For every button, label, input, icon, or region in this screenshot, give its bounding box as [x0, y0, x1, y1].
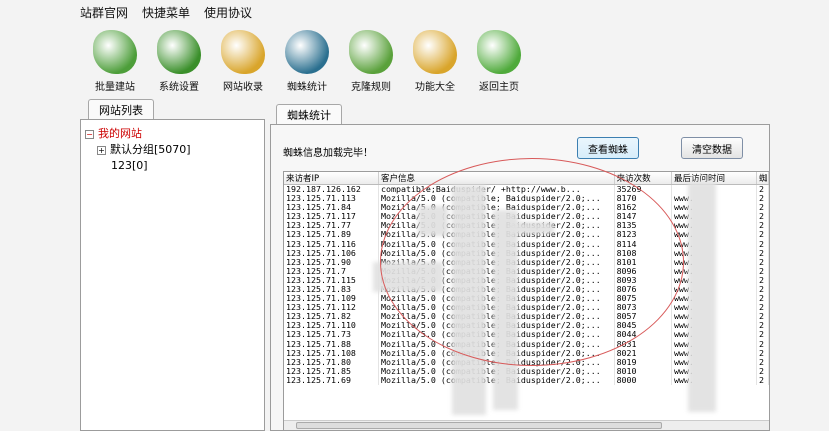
table-cell: 2 [756, 257, 769, 267]
table-cell: 2 [756, 294, 769, 304]
table-cell: 123.125.71.85 [284, 366, 379, 376]
menu-quick[interactable]: 快捷菜单 [142, 4, 190, 24]
table-cell: 2 [756, 348, 769, 358]
toolbar-button-1[interactable]: 系统设置 [150, 24, 208, 94]
table-cell: 8010 [614, 366, 672, 376]
site-tree: − 我的网站 + 默认分组[5070] 123[0] [85, 126, 191, 174]
clear-data-button[interactable]: 清空数据 [681, 137, 743, 159]
table-cell: 123.125.71.110 [284, 321, 379, 331]
table-cell: 2 [756, 194, 769, 204]
toolbar-button-3[interactable]: 蜘蛛统计 [278, 24, 336, 94]
tree-item-label: 默认分组[5070] [110, 143, 191, 156]
table-cell: 123.125.71.108 [284, 348, 379, 358]
toolbar-label: 网站收录 [223, 82, 263, 93]
site-list-panel: 网站列表 − 我的网站 + 默认分组[5070] 123[0] [80, 97, 265, 431]
view-spider-button[interactable]: 查看蜘蛛 [577, 137, 639, 159]
folder-globe-icon [413, 30, 457, 74]
table-cell: 123.125.71.73 [284, 330, 379, 340]
tree-item-label: 123[0] [111, 159, 148, 172]
table-cell: 8021 [614, 348, 672, 358]
column-header[interactable]: 来访者IP [284, 172, 379, 185]
horizontal-scrollbar[interactable] [284, 420, 769, 430]
toolbar-label: 功能大全 [415, 82, 455, 93]
table-cell: 123.125.71.115 [284, 275, 379, 285]
highlight-circle [380, 158, 684, 366]
table-cell: 2 [756, 230, 769, 240]
table-cell: 123.125.71.112 [284, 303, 379, 313]
table-cell: 123.125.71.82 [284, 312, 379, 322]
table-cell: 123.125.71.113 [284, 194, 379, 204]
toolbar-button-4[interactable]: 克隆规则 [342, 24, 400, 94]
toolbar-label: 克隆规则 [351, 82, 391, 93]
column-header[interactable]: 蜘 [756, 172, 769, 185]
table-cell: 8000 [614, 375, 672, 385]
folder-leaf-icon [221, 30, 265, 74]
table-cell: 123.125.71.90 [284, 257, 379, 267]
tab-spider-stats[interactable]: 蜘蛛统计 [276, 104, 342, 125]
home-icon [477, 30, 521, 74]
table-cell: 123.125.71.88 [284, 339, 379, 349]
table-cell: 2 [756, 357, 769, 367]
menu-agreement[interactable]: 使用协议 [204, 4, 252, 24]
toolbar-label: 批量建站 [95, 82, 135, 93]
expand-icon[interactable]: + [97, 145, 106, 155]
table-cell: 123.125.71.116 [284, 239, 379, 249]
table-cell: 2 [756, 321, 769, 331]
table-cell: 2 [756, 312, 769, 322]
leaf-rule-icon [349, 30, 393, 74]
table-cell: 123.125.71.77 [284, 221, 379, 231]
table-cell: 2 [756, 212, 769, 222]
redaction-blur [688, 182, 716, 412]
toolbar-label: 返回主页 [479, 82, 519, 93]
table-cell: 123.125.71.83 [284, 284, 379, 295]
globe-leaf-icon [93, 30, 137, 74]
spider-icon [285, 30, 329, 74]
toolbar: 批量建站 系统设置 网站收录 蜘蛛统计 克隆规则 功能大全 返回主页 [80, 24, 780, 96]
table-cell: 2 [756, 221, 769, 231]
table-cell: 2 [756, 303, 769, 313]
gear-leaf-icon [157, 30, 201, 74]
table-cell: 123.125.71.84 [284, 203, 379, 213]
tab-site-list[interactable]: 网站列表 [88, 99, 154, 120]
toolbar-button-5[interactable]: 功能大全 [406, 24, 464, 94]
collapse-icon[interactable]: − [85, 129, 94, 139]
table-cell: 123.125.71.109 [284, 294, 379, 304]
tree-root[interactable]: − 我的网站 [85, 126, 191, 142]
table-cell: 123.125.71.106 [284, 248, 379, 258]
table-cell: 123.125.71.69 [284, 375, 379, 385]
table-cell: 2 [756, 366, 769, 376]
table-cell: 123.125.71.89 [284, 230, 379, 240]
toolbar-label: 蜘蛛统计 [287, 82, 327, 93]
tree-root-label: 我的网站 [98, 127, 142, 140]
toolbar-label: 系统设置 [159, 82, 199, 93]
table-cell: 123.125.71.117 [284, 212, 379, 222]
toolbar-button-6[interactable]: 返回主页 [470, 24, 528, 94]
table-cell: 192.187.126.162 [284, 184, 379, 194]
site-tree-container: − 我的网站 + 默认分组[5070] 123[0] [80, 119, 265, 431]
table-cell: 2 [756, 248, 769, 258]
app-window: 站群官网 快捷菜单 使用协议 批量建站 系统设置 网站收录 蜘蛛统计 克隆规则 功能大全返… [0, 0, 829, 431]
toolbar-button-2[interactable]: 网站收录 [214, 24, 272, 94]
toolbar-button-0[interactable]: 批量建站 [86, 24, 144, 94]
table-cell: 2 [756, 339, 769, 349]
table-cell: 2 [756, 266, 769, 276]
table-cell: 123.125.71.7 [284, 266, 379, 276]
menu-bar: 站群官网 快捷菜单 使用协议 [80, 4, 252, 24]
scrollbar-thumb[interactable] [296, 422, 662, 429]
table-cell: 123.125.71.80 [284, 357, 379, 367]
tree-item-default-group[interactable]: + 默认分组[5070] [85, 142, 191, 158]
table-cell: 2 [756, 284, 769, 295]
tree-item-123[interactable]: 123[0] [85, 158, 191, 174]
table-cell: 2 [756, 330, 769, 340]
table-cell: 2 [756, 203, 769, 213]
status-message: 蜘蛛信息加载完毕！ [283, 148, 373, 159]
menu-site-official[interactable]: 站群官网 [80, 4, 128, 24]
table-cell: 2 [756, 184, 769, 194]
table-cell: 2 [756, 239, 769, 249]
table-cell: 2 [756, 275, 769, 285]
table-cell: 8019 [614, 357, 672, 367]
table-cell: 2 [756, 375, 769, 385]
